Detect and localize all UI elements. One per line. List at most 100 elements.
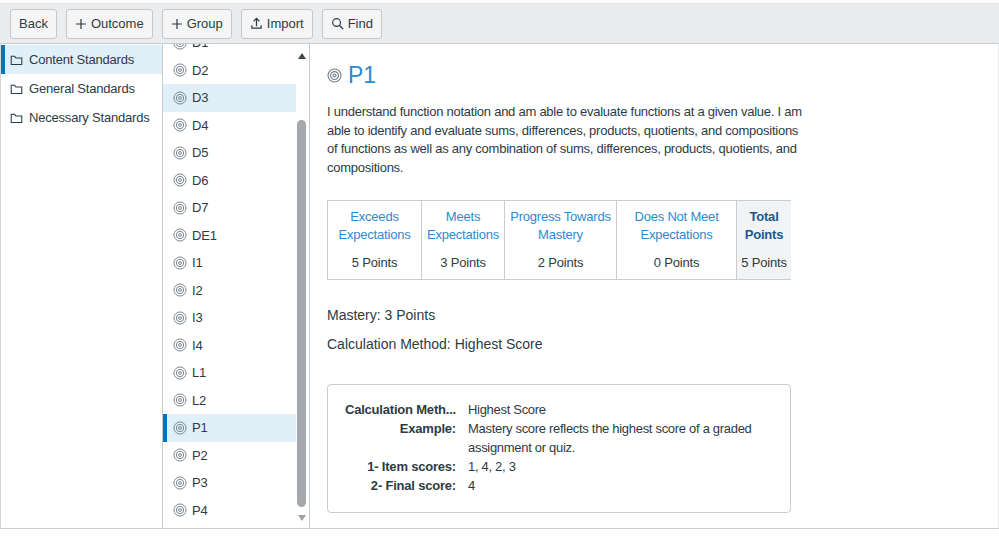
group-label: General Standards — [29, 81, 135, 96]
calc-row-value: 4 — [468, 476, 778, 495]
scroll-up-icon[interactable] — [298, 53, 306, 59]
outcome-item[interactable]: D3 — [163, 84, 296, 112]
rating-points: 3 Points — [422, 255, 504, 279]
outcome-item-label: D3 — [192, 90, 208, 105]
rating-column: Meets Expectations3 Points — [421, 201, 504, 279]
outcome-item[interactable]: D2 — [163, 57, 296, 85]
find-button[interactable]: Find — [322, 9, 382, 39]
rating-column: Does Not Meet Expectations0 Points — [616, 201, 736, 279]
outcome-item-label: P3 — [192, 475, 208, 490]
scroll-down-icon[interactable] — [298, 515, 306, 521]
folder-icon — [10, 112, 23, 124]
group-label: Necessary Standards — [29, 110, 149, 125]
outcome-target-icon — [173, 91, 187, 105]
outcome-item-label: I4 — [192, 338, 202, 353]
plus-icon — [171, 18, 183, 30]
import-label: Import — [267, 16, 304, 31]
rating-label: Total Points — [737, 201, 791, 250]
outcome-target-icon — [173, 44, 187, 50]
scrollbar-thumb[interactable] — [297, 120, 306, 507]
outcome-item-label: D4 — [192, 118, 208, 133]
outcome-item[interactable]: I2 — [163, 277, 296, 305]
outcome-item[interactable]: D1 — [163, 44, 296, 57]
outcome-target-icon — [173, 118, 187, 132]
outcome-item[interactable]: DE1 — [163, 222, 296, 250]
outcome-item-label: P1 — [192, 420, 208, 435]
rating-label: Progress Towards Mastery — [505, 201, 616, 250]
import-button[interactable]: Import — [241, 9, 313, 39]
upload-icon — [250, 17, 263, 30]
outcome-item[interactable]: P2 — [163, 442, 296, 470]
back-label: Back — [19, 16, 48, 31]
calc-row-value: Highest Score — [468, 400, 778, 419]
rating-label: Exceeds Expectations — [328, 201, 421, 250]
outcome-item-label: I1 — [192, 255, 202, 270]
outcome-item-label: L2 — [192, 393, 206, 408]
group-item[interactable]: Content Standards — [1, 45, 162, 74]
scrollbar[interactable] — [296, 44, 307, 528]
outcome-title: P1 — [327, 62, 998, 89]
back-button[interactable]: Back — [10, 9, 57, 39]
folder-icon — [10, 54, 23, 66]
group-item[interactable]: Necessary Standards — [1, 103, 162, 132]
rating-points: 5 Points — [328, 255, 421, 279]
outcomes-manager: Back Outcome Group Import Find Content S… — [0, 0, 999, 538]
calc-row: 1- Item scores:1, 4, 2, 3 — [342, 457, 778, 476]
outcome-target-icon — [173, 228, 187, 242]
calc-row: Calculation Meth...Highest Score — [342, 400, 778, 419]
outcome-item[interactable]: L2 — [163, 387, 296, 415]
rating-column: Total Points 5 Points — [736, 201, 791, 279]
outcome-description: I understand function notation and am ab… — [327, 103, 810, 177]
outcome-item[interactable]: D5 — [163, 139, 296, 167]
outcome-item-label: I2 — [192, 283, 202, 298]
outcome-target-icon — [173, 173, 187, 187]
outcome-list-panel: D1 D2 D3 D4 D5 D6 D7 DE1 I1 I2 I3 I4 L1 L2 P1 P2 P3 P4 — [163, 44, 310, 528]
add-outcome-button[interactable]: Outcome — [66, 9, 153, 39]
outcome-detail: P1 I understand function notation and am… — [310, 44, 998, 528]
rating-points: 5 Points — [737, 255, 791, 279]
outcome-item[interactable]: P4 — [163, 497, 296, 525]
outcome-item-label: D2 — [192, 63, 208, 78]
rating-label: Does Not Meet Expectations — [617, 201, 736, 250]
outcome-item[interactable]: L1 — [163, 359, 296, 387]
outcome-item[interactable]: D7 — [163, 194, 296, 222]
calc-row-value: Mastery score reflects the highest score… — [468, 419, 778, 457]
outcome-target-icon — [173, 393, 187, 407]
add-group-button[interactable]: Group — [162, 9, 232, 39]
outcome-target-icon — [173, 201, 187, 215]
mastery-points: Mastery: 3 Points — [327, 307, 998, 323]
outcome-item-label: D6 — [192, 173, 208, 188]
group-label: Content Standards — [29, 52, 134, 67]
outcome-item[interactable]: P1 — [163, 414, 296, 442]
outcome-target-icon — [173, 283, 187, 297]
outcome-item-label: D7 — [192, 200, 208, 215]
toolbar: Back Outcome Group Import Find — [0, 3, 999, 44]
outcome-target-icon — [173, 366, 187, 380]
find-label: Find — [348, 16, 373, 31]
outcome-item-label: D5 — [192, 145, 208, 160]
plus-icon — [75, 18, 87, 30]
outcome-item[interactable]: P3 — [163, 469, 296, 497]
group-item[interactable]: General Standards — [1, 74, 162, 103]
outcome-item[interactable]: I4 — [163, 332, 296, 360]
calculation-method: Calculation Method: Highest Score — [327, 336, 998, 352]
outcome-target-icon — [173, 256, 187, 270]
rating-column: Progress Towards Mastery2 Points — [504, 201, 616, 279]
outcome-target-icon — [173, 338, 187, 352]
calc-row-label: 1- Item scores: — [342, 457, 456, 476]
search-icon — [331, 17, 344, 30]
calc-row: 2- Final score: 4 — [342, 476, 778, 495]
outcome-item[interactable]: D4 — [163, 112, 296, 140]
folder-icon — [10, 83, 23, 95]
outcome-item-label: D1 — [192, 44, 208, 50]
outcome-target-icon — [173, 146, 187, 160]
outcome-item[interactable]: I1 — [163, 249, 296, 277]
outcome-item[interactable]: I3 — [163, 304, 296, 332]
calculation-example-box: Calculation Meth...Highest ScoreExample:… — [327, 384, 791, 513]
outcome-item[interactable]: D6 — [163, 167, 296, 195]
outcome-label: Outcome — [91, 16, 144, 31]
outcome-list: D1 D2 D3 D4 D5 D6 D7 DE1 I1 I2 I3 I4 L1 L2 P1 P2 P3 P4 — [163, 44, 309, 524]
ratings-table: Exceeds Expectations5 PointsMeets Expect… — [327, 200, 791, 280]
calc-row-label: 2- Final score: — [342, 476, 456, 495]
outcome-target-icon — [173, 503, 187, 517]
